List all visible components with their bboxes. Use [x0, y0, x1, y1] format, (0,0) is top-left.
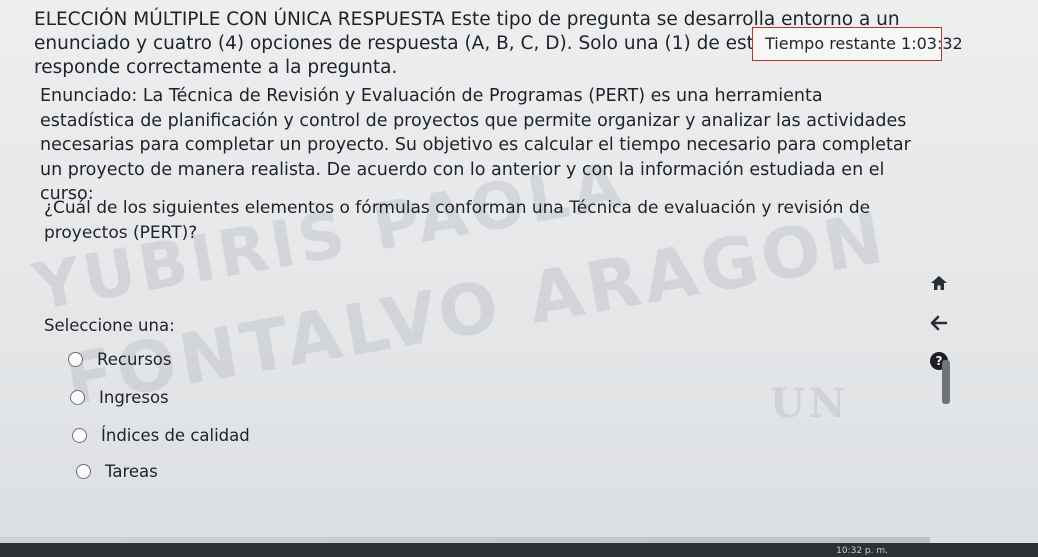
option-label: Índices de calidad	[101, 426, 250, 445]
option-indices-de-calidad[interactable]: Índices de calidad	[72, 426, 250, 445]
question-stem: Enunciado: La Técnica de Revisión y Eval…	[40, 84, 920, 207]
stem-text: Enunciado: La Técnica de Revisión y Eval…	[40, 86, 911, 204]
option-ingresos[interactable]: Ingresos	[70, 388, 169, 407]
arrow-left-icon[interactable]	[926, 310, 952, 336]
option-label: Ingresos	[99, 388, 169, 407]
scrollbar-thumb[interactable]	[942, 360, 950, 404]
taskbar: 10:32 p. m.	[0, 543, 1038, 557]
option-recursos[interactable]: Recursos	[68, 350, 171, 369]
option-tareas[interactable]: Tareas	[76, 462, 158, 481]
watermark-logo: UN	[770, 380, 850, 427]
timer-label: Tiempo restante	[765, 34, 896, 53]
time-remaining: Tiempo restante 1:03:32	[752, 27, 963, 61]
home-icon[interactable]	[926, 270, 952, 296]
timer-value: 1:03:32	[901, 34, 963, 53]
radio-button[interactable]	[70, 390, 85, 405]
select-prompt: Seleccione una:	[44, 316, 175, 335]
question-text: ¿Cuál de los siguientes elementos o fórm…	[44, 198, 871, 243]
quiz-page: YUBIRIS PAOLA FONTALVO ARAGON UN ELECCIÓ…	[0, 0, 1038, 557]
radio-button[interactable]	[68, 352, 83, 367]
radio-button[interactable]	[72, 428, 87, 443]
clock: 10:32 p. m.	[836, 546, 888, 556]
option-label: Tareas	[105, 462, 158, 481]
radio-button[interactable]	[76, 464, 91, 479]
option-label: Recursos	[97, 350, 172, 369]
